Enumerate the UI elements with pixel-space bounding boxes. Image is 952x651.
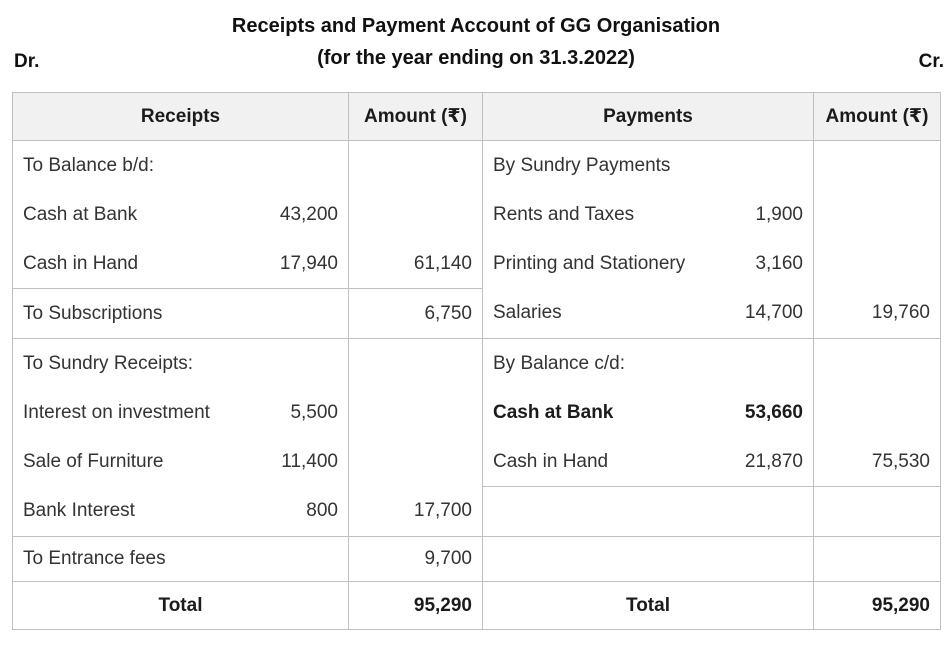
page-title: Receipts and Payment Account of GG Organ… bbox=[0, 13, 952, 39]
payments-label-cell: By Sundry Payments bbox=[483, 141, 814, 191]
payment-item-label: By Balance c/d: bbox=[493, 353, 625, 375]
column-header-amount-right: Amount (₹) bbox=[814, 93, 941, 141]
payments-label-cell: Salaries 14,700 bbox=[483, 289, 814, 339]
receipts-label-cell: To Subscriptions bbox=[13, 289, 349, 339]
payment-sub-amount: 1,900 bbox=[755, 204, 803, 226]
payments-amount-cell bbox=[814, 190, 941, 239]
column-header-payments: Payments bbox=[483, 93, 814, 141]
receipts-label-cell: Interest on investment 5,500 bbox=[13, 388, 349, 437]
receipt-item-label: To Balance b/d: bbox=[23, 155, 154, 177]
payments-label-cell bbox=[483, 487, 814, 537]
table-header-row: Receipts Amount (₹) Payments Amount (₹) bbox=[13, 93, 941, 141]
payment-item-label: Rents and Taxes bbox=[493, 204, 634, 226]
table-row: Cash at Bank 43,200 Rents and Taxes 1,90… bbox=[13, 190, 941, 239]
receipt-item-label: To Entrance fees bbox=[23, 548, 166, 570]
payments-label-cell: Cash in Hand 21,870 bbox=[483, 437, 814, 487]
table-row: To Entrance fees 9,700 bbox=[13, 537, 941, 582]
table-row: Bank Interest 800 17,700 bbox=[13, 487, 941, 537]
receipts-amount-cell bbox=[349, 190, 483, 239]
table-row: Sale of Furniture 11,400 Cash in Hand 21… bbox=[13, 437, 941, 487]
receipts-amount-cell: 61,140 bbox=[349, 239, 483, 289]
page-header: Receipts and Payment Account of GG Organ… bbox=[0, 0, 952, 75]
payments-amount-cell: 75,530 bbox=[814, 437, 941, 487]
payments-amount-cell bbox=[814, 388, 941, 437]
receipt-item-label: Cash at Bank bbox=[23, 204, 137, 226]
receipt-item-label: Interest on investment bbox=[23, 402, 210, 424]
payment-sub-amount: 3,160 bbox=[755, 253, 803, 275]
receipts-label-cell: To Balance b/d: bbox=[13, 141, 349, 191]
payments-amount-cell bbox=[814, 537, 941, 582]
receipts-payments-page: Receipts and Payment Account of GG Organ… bbox=[0, 0, 952, 651]
receipts-amount-cell: 6,750 bbox=[349, 289, 483, 339]
payments-amount-cell: 19,760 bbox=[814, 289, 941, 339]
page-subtitle: (for the year ending on 31.3.2022) bbox=[0, 45, 952, 71]
payment-sub-amount: 21,870 bbox=[745, 451, 803, 473]
receipt-item-label: To Subscriptions bbox=[23, 303, 162, 325]
receipts-label-cell: Cash at Bank 43,200 bbox=[13, 190, 349, 239]
receipt-sub-amount: 17,940 bbox=[280, 253, 338, 275]
receipts-label-cell: Bank Interest 800 bbox=[13, 487, 349, 537]
receipt-sub-amount: 800 bbox=[306, 500, 338, 522]
account-table: Receipts Amount (₹) Payments Amount (₹) … bbox=[12, 92, 941, 630]
receipts-label-cell: Cash in Hand 17,940 bbox=[13, 239, 349, 289]
payment-item-label: Cash in Hand bbox=[493, 451, 608, 473]
payment-item-label: Cash at Bank bbox=[493, 402, 613, 424]
payments-label-cell: By Balance c/d: bbox=[483, 339, 814, 389]
receipt-item-label: Sale of Furniture bbox=[23, 451, 163, 473]
table-row: Cash in Hand 17,940 61,140 Printing and … bbox=[13, 239, 941, 289]
receipts-total-label: Total bbox=[13, 582, 349, 630]
column-header-receipts: Receipts bbox=[13, 93, 349, 141]
payments-label-cell: Printing and Stationery 3,160 bbox=[483, 239, 814, 289]
payment-item-label: Salaries bbox=[493, 302, 562, 324]
column-header-amount-left: Amount (₹) bbox=[349, 93, 483, 141]
payments-label-cell: Cash at Bank 53,660 bbox=[483, 388, 814, 437]
payments-amount-cell bbox=[814, 339, 941, 389]
payment-sub-amount: 14,700 bbox=[745, 302, 803, 324]
receipts-amount-cell bbox=[349, 388, 483, 437]
receipts-amount-cell: 17,700 bbox=[349, 487, 483, 537]
table-row: To Subscriptions 6,750 Salaries 14,700 1… bbox=[13, 289, 941, 339]
receipt-item-label: Bank Interest bbox=[23, 500, 135, 522]
payment-item-label: Printing and Stationery bbox=[493, 253, 685, 275]
cr-label: Cr. bbox=[919, 51, 944, 73]
table-row: To Sundry Receipts: By Balance c/d: bbox=[13, 339, 941, 389]
payments-amount-cell bbox=[814, 239, 941, 289]
payment-item-label: By Sundry Payments bbox=[493, 155, 670, 177]
receipts-label-cell: Sale of Furniture 11,400 bbox=[13, 437, 349, 487]
receipt-item-label: To Sundry Receipts: bbox=[23, 353, 193, 375]
receipts-amount-cell bbox=[349, 437, 483, 487]
total-row: Total 95,290 Total 95,290 bbox=[13, 582, 941, 630]
receipt-sub-amount: 11,400 bbox=[281, 451, 338, 473]
receipts-total-amount: 95,290 bbox=[349, 582, 483, 630]
dr-label: Dr. bbox=[14, 51, 39, 73]
payments-total-label: Total bbox=[483, 582, 814, 630]
receipt-sub-amount: 5,500 bbox=[290, 402, 338, 424]
payments-amount-cell bbox=[814, 141, 941, 191]
table-row: To Balance b/d: By Sundry Payments bbox=[13, 141, 941, 191]
receipt-item-label: Cash in Hand bbox=[23, 253, 138, 275]
payment-sub-amount: 53,660 bbox=[745, 402, 803, 424]
payments-label-cell: Rents and Taxes 1,900 bbox=[483, 190, 814, 239]
payments-total-amount: 95,290 bbox=[814, 582, 941, 630]
payments-label-cell bbox=[483, 537, 814, 582]
receipts-amount-cell: 9,700 bbox=[349, 537, 483, 582]
receipts-amount-cell bbox=[349, 339, 483, 389]
receipts-label-cell: To Sundry Receipts: bbox=[13, 339, 349, 389]
receipts-amount-cell bbox=[349, 141, 483, 191]
receipt-sub-amount: 43,200 bbox=[280, 204, 338, 226]
table-row: Interest on investment 5,500 Cash at Ban… bbox=[13, 388, 941, 437]
receipts-label-cell: To Entrance fees bbox=[13, 537, 349, 582]
payments-amount-cell bbox=[814, 487, 941, 537]
